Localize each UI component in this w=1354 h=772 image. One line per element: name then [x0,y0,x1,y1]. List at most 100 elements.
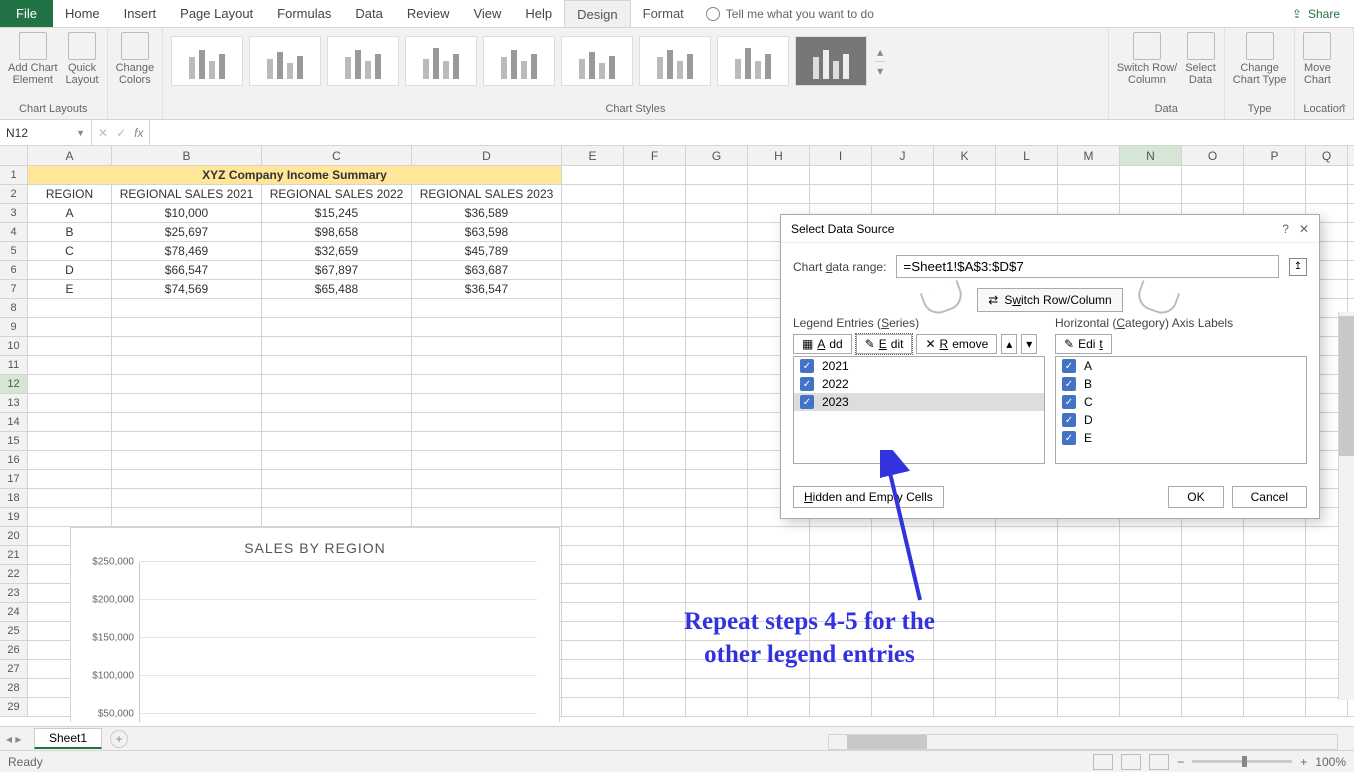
cell[interactable] [112,299,262,317]
row-header[interactable]: 29 [0,698,28,716]
cell[interactable] [810,185,872,203]
cell[interactable] [1058,603,1120,621]
cell[interactable] [686,698,748,716]
cell[interactable] [996,166,1058,184]
cell[interactable] [262,318,412,336]
cell[interactable] [686,185,748,203]
cancel-button[interactable]: Cancel [1232,486,1307,508]
sheet-tab[interactable]: Sheet1 [34,728,102,749]
cell[interactable] [412,470,562,488]
cell[interactable] [934,622,996,640]
cell[interactable] [562,318,624,336]
cell[interactable] [262,337,412,355]
cell[interactable] [624,508,686,526]
cell[interactable] [934,565,996,583]
row-header[interactable]: 17 [0,470,28,488]
cell[interactable] [412,394,562,412]
cell[interactable] [934,641,996,659]
zoom-level[interactable]: 100% [1315,755,1346,769]
cell[interactable]: REGION [28,185,112,203]
cell[interactable] [624,166,686,184]
row-header[interactable]: 10 [0,337,28,355]
cell[interactable] [1244,185,1306,203]
column-header[interactable]: G [686,146,748,165]
cell[interactable] [562,641,624,659]
tab-page-layout[interactable]: Page Layout [168,0,265,27]
cell[interactable] [1058,546,1120,564]
column-header[interactable]: O [1182,146,1244,165]
cell[interactable] [1058,698,1120,716]
cell[interactable]: $63,598 [412,223,562,241]
cell[interactable] [1120,584,1182,602]
cell[interactable] [810,584,872,602]
cell[interactable] [112,356,262,374]
normal-view-button[interactable] [1093,754,1113,770]
column-header[interactable]: D [412,146,562,165]
ok-button[interactable]: OK [1168,486,1223,508]
cell[interactable] [872,166,934,184]
cell[interactable] [412,337,562,355]
cell[interactable]: $74,569 [112,280,262,298]
axis-label-item[interactable]: ✓D [1056,411,1306,429]
cell[interactable] [1244,584,1306,602]
cell[interactable] [686,394,748,412]
cell[interactable] [686,432,748,450]
chart-style-thumb[interactable] [327,36,399,86]
switch-row-column-dialog-button[interactable]: ⇄Switch Row/Column [977,288,1122,312]
cell[interactable] [624,641,686,659]
edit-series-button[interactable]: ✎Edit [856,334,913,354]
row-header[interactable]: 16 [0,451,28,469]
cell[interactable] [1120,603,1182,621]
cell[interactable]: C [28,242,112,260]
row-header[interactable]: 4 [0,223,28,241]
cell[interactable] [748,527,810,545]
cell[interactable] [624,413,686,431]
cell[interactable] [624,527,686,545]
chart-style-thumb[interactable] [171,36,243,86]
embedded-chart[interactable]: SALES BY REGION $0$50,000$100,000$150,00… [70,527,560,722]
cell[interactable] [112,394,262,412]
vertical-scrollbar[interactable] [1338,312,1354,700]
cell[interactable] [562,261,624,279]
zoom-slider[interactable] [1192,760,1292,763]
cell[interactable] [412,432,562,450]
cell[interactable] [748,679,810,697]
cell[interactable]: $10,000 [112,204,262,222]
cell[interactable] [748,546,810,564]
cell[interactable] [624,489,686,507]
add-series-button[interactable]: ▦Add [793,334,852,354]
cell[interactable]: REGIONAL SALES 2022 [262,185,412,203]
cell[interactable] [1058,622,1120,640]
cell[interactable] [624,242,686,260]
add-chart-element-button[interactable]: Add Chart Element [8,32,58,86]
cell[interactable] [624,375,686,393]
cell[interactable] [562,660,624,678]
row-header[interactable]: 3 [0,204,28,222]
name-box[interactable]: N12▼ [0,120,92,145]
series-list-item[interactable]: ✓2022 [794,375,1044,393]
row-header[interactable]: 22 [0,565,28,583]
cell[interactable] [686,546,748,564]
collapse-ribbon-icon[interactable]: ⌃ [1339,102,1348,115]
cell[interactable] [412,299,562,317]
cell[interactable] [934,527,996,545]
cell[interactable] [28,375,112,393]
cell[interactable]: $45,789 [412,242,562,260]
chevron-down-icon[interactable]: ▼ [76,128,85,138]
cell[interactable] [748,584,810,602]
cell[interactable]: $66,547 [112,261,262,279]
cell[interactable] [562,242,624,260]
cell[interactable] [624,603,686,621]
row-header[interactable]: 20 [0,527,28,545]
cell[interactable] [1058,679,1120,697]
chart-styles-gallery[interactable]: ▴▾ [171,32,1100,90]
cell[interactable] [412,318,562,336]
cell[interactable] [1058,185,1120,203]
cell[interactable] [624,204,686,222]
cell[interactable] [1058,641,1120,659]
row-header[interactable]: 13 [0,394,28,412]
cell[interactable] [996,679,1058,697]
chart-style-thumb[interactable] [717,36,789,86]
cell[interactable] [1058,527,1120,545]
formula-bar[interactable] [150,120,1354,145]
